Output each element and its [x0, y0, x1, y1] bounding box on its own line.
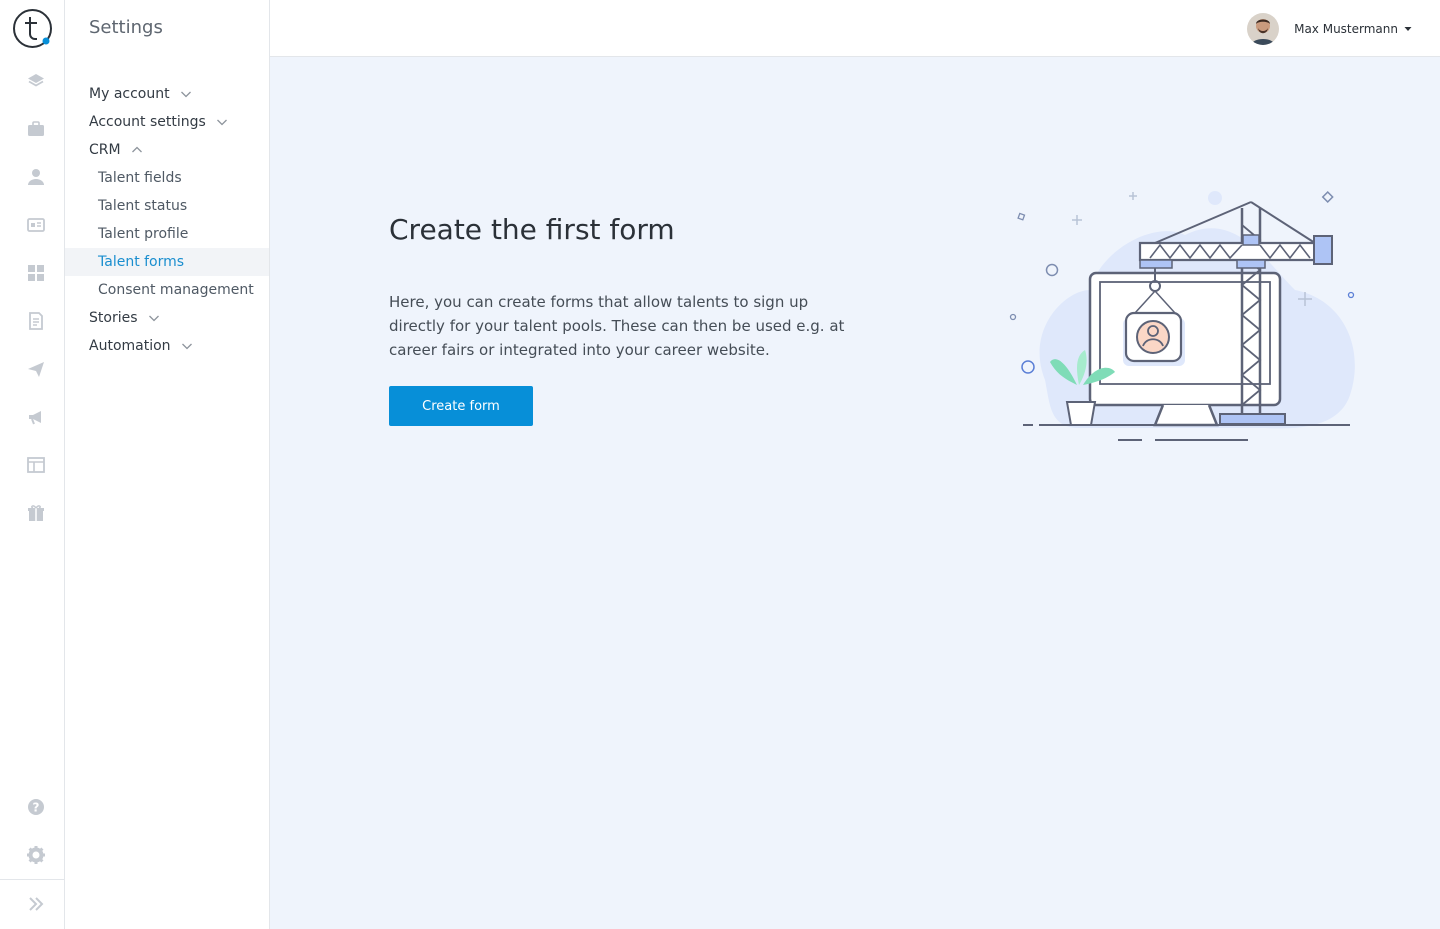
- chevron-down-icon: [181, 343, 192, 350]
- nav-item-label: My account: [89, 86, 170, 102]
- nav-item-label: Account settings: [89, 114, 206, 130]
- svg-text:?: ?: [33, 801, 40, 815]
- create-form-button[interactable]: Create form: [389, 386, 533, 426]
- gift-icon[interactable]: [22, 499, 50, 527]
- nav-item-label: Automation: [89, 338, 171, 354]
- talentry-logo-icon[interactable]: [12, 8, 53, 49]
- caret-down-icon: [1404, 27, 1412, 31]
- calendar-table-icon[interactable]: [22, 451, 50, 479]
- megaphone-icon[interactable]: [22, 403, 50, 431]
- nav-item-label: Stories: [89, 310, 138, 326]
- briefcase-icon[interactable]: [22, 115, 50, 143]
- nav-item-account-settings[interactable]: Account settings: [65, 108, 269, 136]
- nav-item-stories[interactable]: Stories: [65, 304, 269, 332]
- user-name: Max Mustermann: [1294, 22, 1398, 36]
- user-menu[interactable]: Max Mustermann: [1247, 13, 1412, 45]
- settings-nav: My account Account settings CRM Talent f…: [65, 80, 269, 360]
- nav-item-label: CRM: [89, 142, 121, 158]
- nav-item-my-account[interactable]: My account: [65, 80, 269, 108]
- expand-icon[interactable]: [22, 890, 50, 918]
- nav-item-automation[interactable]: Automation: [65, 332, 269, 360]
- settings-sidebar: Settings My account Account settings CRM…: [65, 0, 270, 929]
- help-icon[interactable]: ?: [22, 793, 50, 821]
- document-icon[interactable]: [22, 307, 50, 335]
- icon-rail: ?: [0, 0, 65, 929]
- nav-subitem-talent-profile[interactable]: Talent profile: [65, 220, 269, 248]
- top-bar: Max Mustermann: [270, 0, 1440, 57]
- nav-subitem-talent-forms[interactable]: Talent forms: [65, 248, 269, 276]
- chevron-down-icon: [216, 119, 227, 126]
- page-description: Here, you can create forms that allow ta…: [389, 293, 845, 359]
- page-title: Create the first form: [389, 213, 675, 246]
- nav-item-crm[interactable]: CRM: [65, 136, 269, 164]
- nav-subitem-talent-status[interactable]: Talent status: [65, 192, 269, 220]
- rail-divider: [0, 879, 65, 880]
- avatar[interactable]: [1247, 13, 1280, 45]
- chevron-up-icon: [131, 146, 142, 153]
- paper-plane-icon[interactable]: [22, 355, 50, 383]
- id-card-icon[interactable]: [22, 211, 50, 239]
- nav-subitem-talent-fields[interactable]: Talent fields: [65, 164, 269, 192]
- sidebar-title: Settings: [89, 17, 163, 38]
- chevron-down-icon: [180, 91, 191, 98]
- gear-icon[interactable]: [22, 841, 50, 869]
- dashboard-icon[interactable]: [22, 259, 50, 287]
- person-icon[interactable]: [22, 163, 50, 191]
- layers-icon[interactable]: [22, 67, 50, 95]
- chevron-down-icon: [148, 315, 159, 322]
- construction-crane-illustration: [1009, 190, 1355, 441]
- nav-subitem-consent-management[interactable]: Consent management: [65, 276, 269, 304]
